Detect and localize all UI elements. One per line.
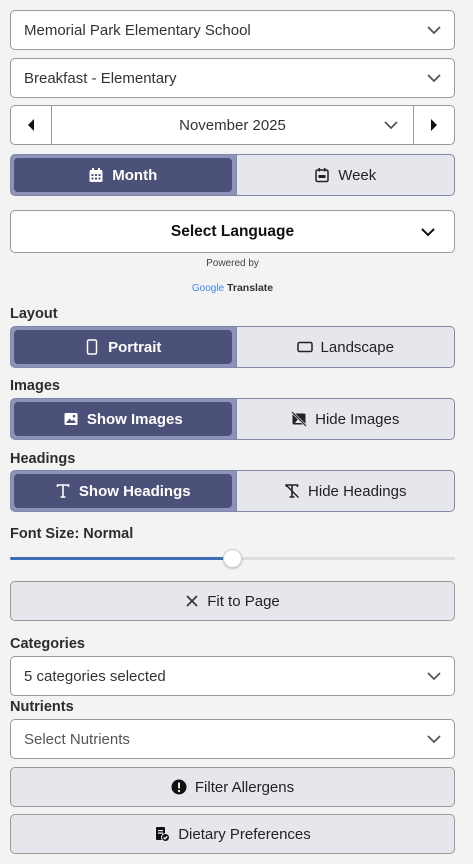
portrait-label: Portrait xyxy=(108,338,162,356)
calendar-icon xyxy=(89,168,103,182)
school-select[interactable]: Memorial Park Elementary School xyxy=(10,10,455,50)
view-toggle: Month Week xyxy=(10,154,455,196)
landscape-label: Landscape xyxy=(320,338,394,356)
filter-allergens-label: Filter Allergens xyxy=(194,778,295,796)
font-size-slider-fill xyxy=(10,557,233,560)
show-headings-label: Show Headings xyxy=(78,482,191,500)
text-heading-off-icon xyxy=(285,483,300,499)
landscape-button[interactable]: Landscape xyxy=(235,327,454,367)
caret-right-icon xyxy=(431,119,437,131)
nutrients-select[interactable]: Select Nutrients xyxy=(10,719,455,759)
close-icon xyxy=(186,595,198,607)
images-toggle: Show Images Hide Images xyxy=(10,398,455,440)
font-size-label: Font Size: Normal xyxy=(10,526,134,542)
show-headings-button[interactable]: Show Headings xyxy=(14,474,232,508)
fit-to-page-label: Fit to Page xyxy=(207,592,280,610)
month-view-button[interactable]: Month xyxy=(14,158,232,192)
hide-headings-label: Hide Headings xyxy=(308,482,407,500)
school-select-value: Memorial Park Elementary School xyxy=(24,21,251,39)
portrait-button[interactable]: Portrait xyxy=(14,330,232,364)
clipboard-check-icon xyxy=(156,827,171,842)
image-icon xyxy=(64,413,78,425)
month-view-label: Month xyxy=(112,166,158,184)
week-view-label: Week xyxy=(338,166,377,184)
chevron-down-icon xyxy=(427,26,441,35)
fit-to-page-button[interactable]: Fit to Page xyxy=(10,581,455,621)
text-heading-icon xyxy=(56,484,70,498)
hide-headings-button[interactable]: Hide Headings xyxy=(235,471,454,511)
calendar-week-icon xyxy=(315,168,329,183)
menu-select-value: Breakfast - Elementary xyxy=(24,69,177,87)
chevron-down-icon xyxy=(384,121,398,130)
show-images-button[interactable]: Show Images xyxy=(14,402,232,436)
month-select-value: November 2025 xyxy=(179,116,286,134)
headings-heading: Headings xyxy=(10,451,76,467)
categories-select[interactable]: 5 categories selected xyxy=(10,656,455,696)
landscape-icon xyxy=(296,341,313,353)
nutrients-heading: Nutrients xyxy=(10,699,74,715)
show-images-label: Show Images xyxy=(86,410,183,428)
translate-label: Translate xyxy=(227,282,274,294)
language-select[interactable]: Select Language xyxy=(10,210,455,253)
chevron-down-icon xyxy=(427,672,441,681)
categories-select-value: 5 categories selected xyxy=(24,667,166,685)
google-logo: Google xyxy=(191,283,225,294)
prev-month-button[interactable] xyxy=(11,106,52,144)
date-navigator: November 2025 xyxy=(10,105,455,145)
font-size-slider-thumb[interactable] xyxy=(223,549,242,568)
image-off-icon xyxy=(291,411,308,427)
caret-left-icon xyxy=(28,119,34,131)
chevron-down-icon xyxy=(427,74,441,83)
google-translate-link[interactable]: Google Translate xyxy=(0,282,465,294)
layout-toggle: Portrait Landscape xyxy=(10,326,455,368)
chevron-down-icon xyxy=(421,228,435,237)
week-view-button[interactable]: Week xyxy=(235,155,454,195)
menu-select[interactable]: Breakfast - Elementary xyxy=(10,58,455,98)
dietary-preferences-label: Dietary Preferences xyxy=(178,825,311,843)
images-heading: Images xyxy=(10,378,60,394)
alert-circle-icon xyxy=(171,779,187,795)
portrait-icon xyxy=(86,339,98,355)
next-month-button[interactable] xyxy=(413,106,454,144)
nutrients-select-placeholder: Select Nutrients xyxy=(24,730,130,748)
headings-toggle: Show Headings Hide Headings xyxy=(10,470,455,512)
month-select[interactable]: November 2025 xyxy=(52,106,413,144)
language-select-label: Select Language xyxy=(170,222,295,240)
filter-allergens-button[interactable]: Filter Allergens xyxy=(10,767,455,807)
layout-heading: Layout xyxy=(10,306,58,322)
hide-images-label: Hide Images xyxy=(315,410,400,428)
dietary-preferences-button[interactable]: Dietary Preferences xyxy=(10,814,455,854)
powered-by-text: Powered by xyxy=(206,258,259,269)
categories-heading: Categories xyxy=(10,636,85,652)
chevron-down-icon xyxy=(427,735,441,744)
hide-images-button[interactable]: Hide Images xyxy=(235,399,454,439)
